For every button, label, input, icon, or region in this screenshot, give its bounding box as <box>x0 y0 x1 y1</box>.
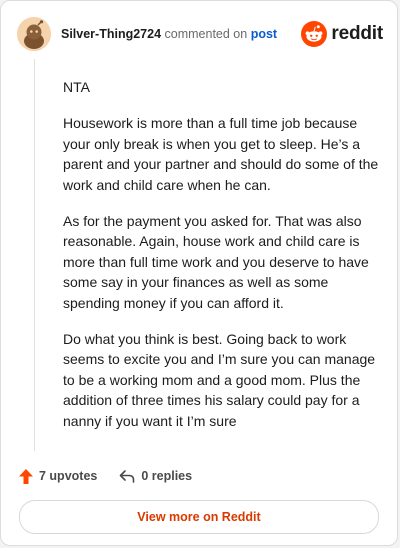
comment-header: Silver-Thing2724 commented on post reddi… <box>17 17 383 51</box>
comment-paragraph: Housework is more than a full time job b… <box>63 115 379 193</box>
reddit-logo-icon <box>301 21 328 47</box>
reply-count: 0 replies <box>141 469 193 483</box>
action-text: commented on <box>164 27 248 41</box>
user-avatar[interactable] <box>17 17 51 51</box>
comment-byline: Silver-Thing2724 commented on post <box>61 27 277 41</box>
reply-icon <box>120 470 135 483</box>
comment-actions: 7 upvotes 0 replies <box>19 465 214 487</box>
upvote-arrow-icon <box>19 468 33 484</box>
upvote-button[interactable]: 7 upvotes <box>19 468 98 484</box>
reddit-wordmark: reddit <box>331 23 383 44</box>
avatar-snoo-icon <box>17 17 51 51</box>
reddit-brand[interactable]: reddit <box>301 21 383 47</box>
comment-paragraph: Do what you think is best. Going back to… <box>63 331 376 429</box>
username-link[interactable]: Silver-Thing2724 <box>61 27 161 41</box>
view-more-button[interactable]: View more on Reddit <box>19 500 379 534</box>
upvote-count: 7 upvotes <box>39 469 98 483</box>
reply-button[interactable]: 0 replies <box>119 469 192 483</box>
comment-paragraph: As for the payment you asked for. That w… <box>63 213 369 311</box>
thread-line <box>34 59 35 451</box>
comment-embed-card: Silver-Thing2724 commented on post reddi… <box>0 0 398 546</box>
comment-body: NTA Housework is more than a full time j… <box>63 77 381 447</box>
comment-paragraph: NTA <box>63 79 90 95</box>
post-link[interactable]: post <box>251 27 277 41</box>
